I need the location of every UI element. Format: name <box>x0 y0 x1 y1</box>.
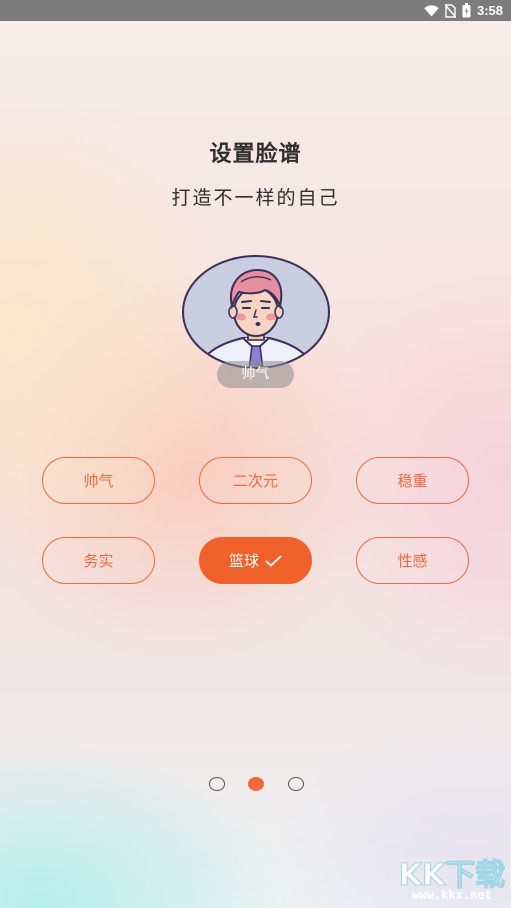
status-bar: 3:58 <box>0 0 511 21</box>
tag-button-wenzhong[interactable]: 稳重 <box>356 457 469 504</box>
tag-button-shuaiqi[interactable]: 帅气 <box>42 457 155 504</box>
pager-dot-2[interactable] <box>248 777 264 791</box>
tag-button-xinggan[interactable]: 性感 <box>356 537 469 584</box>
watermark-url: www.kkx.net <box>412 888 492 902</box>
watermark: KK下载 www.kkx.net <box>397 848 507 908</box>
tag-label: 篮球 <box>228 552 259 570</box>
tag-label: 帅气 <box>83 472 114 490</box>
page-title: 设置脸谱 <box>209 142 302 167</box>
tag-button-lanqiu[interactable]: 篮球 <box>199 537 312 584</box>
status-icons: 3:58 <box>424 2 503 19</box>
pager-dot-1[interactable] <box>209 777 225 791</box>
checkmark-icon <box>265 555 282 566</box>
tag-label: 二次元 <box>232 472 278 490</box>
tag-label: 务实 <box>83 552 114 570</box>
wifi-icon <box>424 4 439 16</box>
battery-icon <box>462 3 471 18</box>
tag-button-wushi[interactable]: 务实 <box>42 537 155 584</box>
avatar-label: 帅气 <box>217 361 294 388</box>
page-subtitle: 打造不一样的自己 <box>171 187 340 209</box>
tag-label: 性感 <box>397 552 428 570</box>
status-time: 3:58 <box>476 3 503 18</box>
tag-button-erciyuan[interactable]: 二次元 <box>199 457 312 504</box>
no-sim-icon <box>444 3 456 18</box>
tag-label: 稳重 <box>397 472 428 490</box>
avatar-illustration <box>182 255 330 369</box>
pager-dot-3[interactable] <box>288 777 304 791</box>
